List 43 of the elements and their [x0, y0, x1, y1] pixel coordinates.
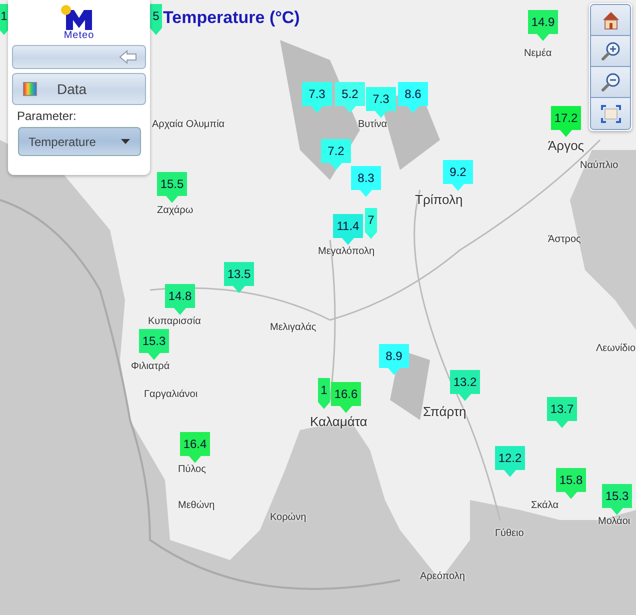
zoom-out-icon [600, 72, 620, 92]
logo-text: Meteo [64, 30, 94, 41]
house-icon [600, 10, 620, 30]
place-label: Άργος [548, 138, 584, 153]
place-label: Κορώνη [270, 512, 306, 523]
place-label: Καλαμάτα [310, 414, 368, 429]
place-label: Σπάρτη [423, 404, 466, 419]
place-label: Βυτίνα [358, 119, 388, 130]
place-label: Κυπαρισσία [148, 316, 201, 327]
temperature-marker[interactable]: 7 [365, 208, 377, 239]
temperature-marker[interactable]: 1 [318, 378, 330, 409]
place-label: Γαργαλιάνοι [144, 389, 198, 400]
place-label: Γύθειο [495, 528, 524, 539]
place-label: Μεγαλόπολη [318, 246, 375, 257]
parameter-select[interactable]: Temperature [18, 127, 140, 156]
place-label: Αρεόπολη [420, 571, 465, 582]
parameter-label: Parameter: [17, 109, 76, 123]
place-label: Λεωνίδιο [596, 343, 636, 354]
home-button[interactable] [591, 5, 630, 36]
data-button[interactable]: Data [12, 73, 146, 105]
place-label: Ζαχάρω [157, 205, 194, 216]
color-scale-icon [23, 82, 37, 96]
place-label: Φιλιατρά [131, 361, 170, 372]
place-label: Πύλος [178, 464, 206, 475]
place-label: Σκάλα [531, 500, 558, 511]
temperature-marker[interactable]: 5 [150, 4, 162, 35]
place-label: Άστρος [548, 234, 581, 245]
place-label: Νεμέα [524, 48, 552, 59]
full-extent-icon [600, 104, 620, 122]
caret-icon [120, 139, 130, 144]
back-arrow-icon [119, 50, 137, 64]
zoom-in-button[interactable] [591, 36, 630, 67]
place-label: Μελιγαλάς [270, 322, 316, 333]
place-label: Αρχαία Ολυμπία [152, 119, 225, 130]
map-title: Temperature (°C) [163, 8, 300, 28]
temperature-marker[interactable]: 1 [0, 4, 8, 35]
full-extent-button[interactable] [591, 98, 630, 129]
place-label: Μολάοι [598, 516, 630, 527]
place-label: Μεθώνη [178, 500, 215, 511]
place-label: Ναύπλιο [580, 160, 618, 171]
zoom-in-icon [600, 41, 620, 61]
zoom-out-button[interactable] [591, 67, 630, 98]
place-label: Τρίπολη [415, 192, 463, 207]
